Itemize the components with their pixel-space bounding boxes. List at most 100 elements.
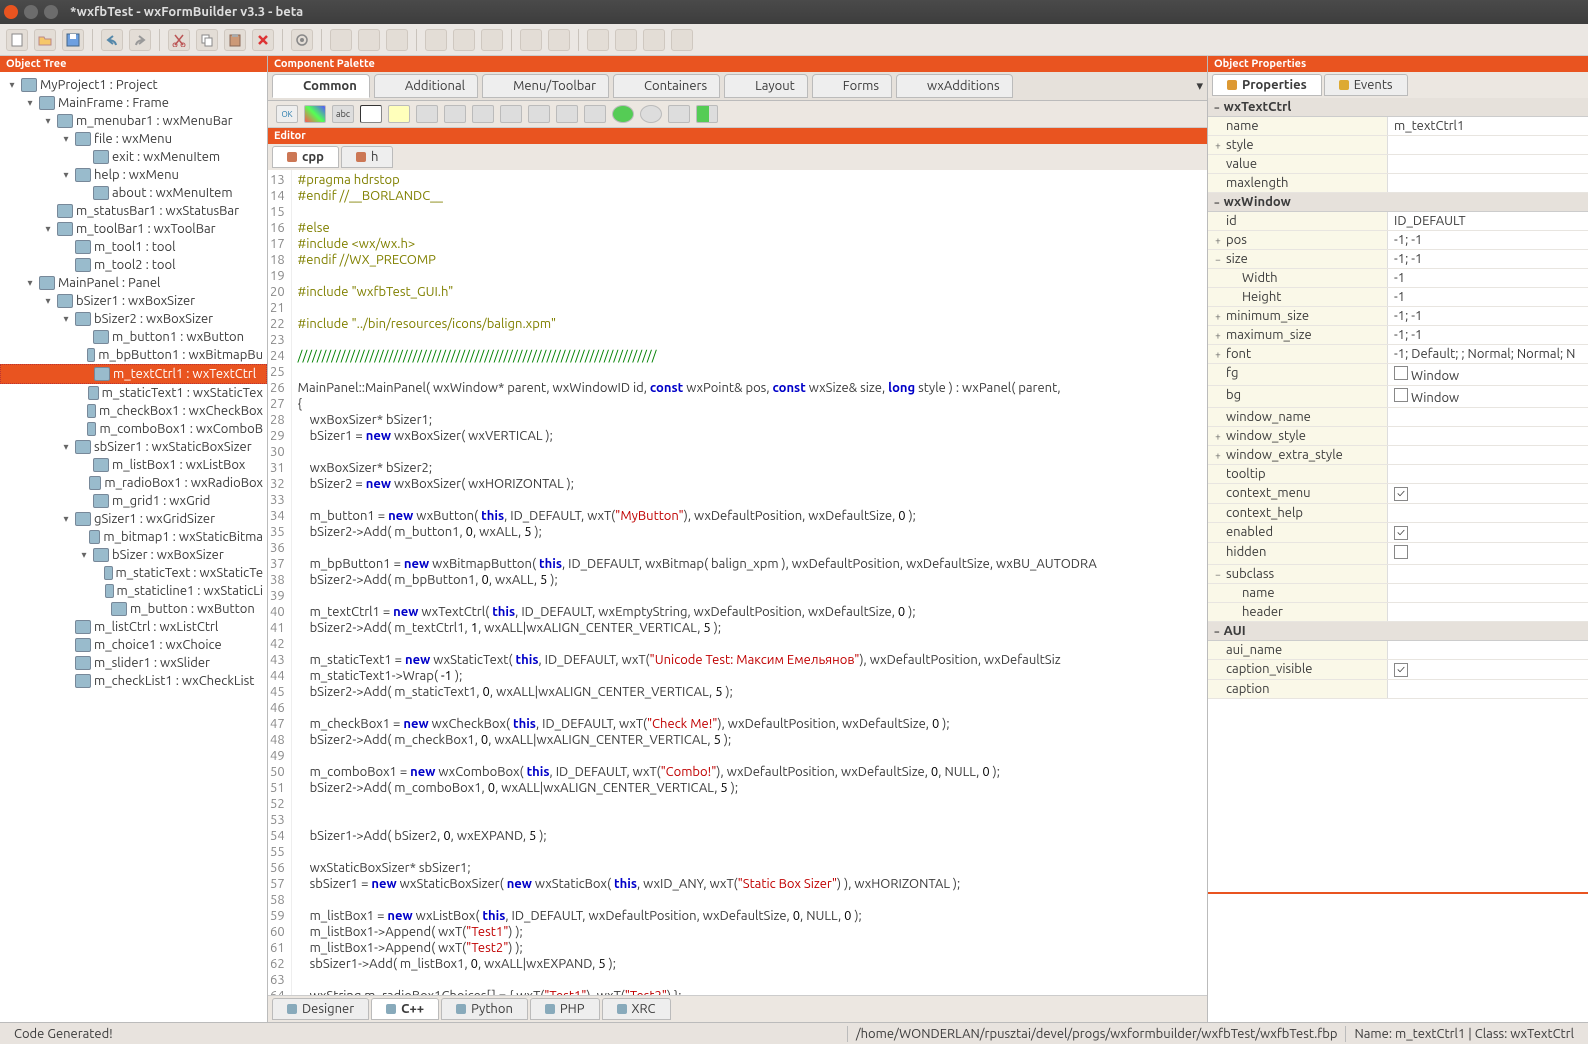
tree-item[interactable]: ▾MainFrame : Frame [0,94,267,112]
align-right-button[interactable] [386,29,408,51]
border-button-2[interactable] [615,29,637,51]
prop-value[interactable]: -1; -1 [1388,231,1588,249]
tree-item[interactable]: about : wxMenuItem [0,184,267,202]
tree-item[interactable]: ▾bSizer : wxBoxSizer [0,546,267,564]
tree-item[interactable]: ▾m_toolBar1 : wxToolBar [0,220,267,238]
prop-value[interactable] [1388,174,1588,192]
open-button[interactable] [34,29,56,51]
tree-item[interactable]: ▾gSizer1 : wxGridSizer [0,510,267,528]
view-tab-php[interactable]: PHP [530,998,600,1020]
collapse-icon[interactable]: − [1214,102,1220,113]
tree-item[interactable]: exit : wxMenuItem [0,148,267,166]
maximize-icon[interactable] [44,5,58,19]
tree-item[interactable]: ▾MainPanel : Panel [0,274,267,292]
layout-button-2[interactable] [453,29,475,51]
prop-row-id[interactable]: idID_DEFAULT [1208,212,1588,231]
palette-radiobutton-button[interactable] [612,105,634,123]
palette-grid-button[interactable] [528,105,550,123]
tree-item[interactable]: ▾MyProject1 : Project [0,76,267,94]
prop-value[interactable]: m_textCtrl1 [1388,117,1588,135]
prop-row-minimum-size[interactable]: +minimum_size-1; -1 [1208,307,1588,326]
prop-row-fg[interactable]: fg Window [1208,364,1588,386]
prop-value[interactable] [1388,543,1588,564]
prop-row-maxlength[interactable]: maxlength [1208,174,1588,193]
stretch-button[interactable] [548,29,570,51]
palette-radiobox-button[interactable] [640,105,662,123]
prop-value[interactable]: ✓ [1388,523,1588,542]
expand-icon[interactable]: − [1212,569,1224,580]
expand-icon[interactable]: ▾ [6,79,18,91]
prop-category[interactable]: −wxWindow [1208,193,1588,212]
copy-button[interactable] [196,29,218,51]
palette-gauge-button[interactable] [696,105,718,123]
tree-item[interactable]: m_tool2 : tool [0,256,267,274]
tree-item[interactable]: ▾file : wxMenu [0,130,267,148]
tree-item[interactable]: m_comboBox1 : wxComboB [0,420,267,438]
prop-category[interactable]: −wxTextCtrl [1208,98,1588,117]
prop-value[interactable]: -1 [1388,288,1588,306]
expand-icon[interactable]: ▾ [24,277,36,289]
palette-tab-layout[interactable]: Layout [724,74,808,98]
expand-icon[interactable]: ▾ [42,295,54,307]
expand-icon[interactable]: + [1212,431,1224,442]
tree-item[interactable]: ▾help : wxMenu [0,166,267,184]
tree-item[interactable]: m_tool1 : tool [0,238,267,256]
checkbox-icon[interactable]: ✓ [1394,663,1408,677]
prop-row-enabled[interactable]: enabled✓ [1208,523,1588,543]
view-tab-designer[interactable]: Designer [272,998,369,1020]
prop-row-size[interactable]: −size-1; -1 [1208,250,1588,269]
prop-value[interactable]: Window [1388,364,1588,385]
prop-value[interactable] [1388,565,1588,583]
prop-row-maximum-size[interactable]: +maximum_size-1; -1 [1208,326,1588,345]
tree-item[interactable]: m_textCtrl1 : wxTextCtrl [0,364,267,384]
prop-row-Height[interactable]: Height-1 [1208,288,1588,307]
prop-value[interactable] [1388,446,1588,464]
tree-item[interactable]: m_staticline1 : wxStaticLi [0,582,267,600]
prop-value[interactable] [1388,427,1588,445]
tree-item[interactable]: ▾m_menubar1 : wxMenuBar [0,112,267,130]
prop-value[interactable]: Window [1388,386,1588,407]
view-tab-xrc[interactable]: XRC [602,998,671,1020]
expand-icon[interactable]: ▾ [60,513,72,525]
prop-row-caption[interactable]: caption [1208,680,1588,699]
expand-icon[interactable]: + [1212,330,1224,341]
save-button[interactable] [62,29,84,51]
prop-value[interactable] [1388,504,1588,522]
prop-row-caption-visible[interactable]: caption_visible✓ [1208,660,1588,680]
palette-tab-menu-toolbar[interactable]: Menu/Toolbar [482,74,609,98]
prop-value[interactable] [1388,408,1588,426]
border-button-3[interactable] [643,29,665,51]
prop-row-aui-name[interactable]: aui_name [1208,641,1588,660]
tree-item[interactable]: m_listCtrl : wxListCtrl [0,618,267,636]
tree-item[interactable]: ▾bSizer1 : wxBoxSizer [0,292,267,310]
palette-dropdown-icon[interactable]: ▾ [1196,79,1203,94]
prop-row-name[interactable]: name [1208,584,1588,603]
align-left-button[interactable] [330,29,352,51]
delete-button[interactable] [252,29,274,51]
generate-button[interactable] [291,29,313,51]
palette-tab-additional[interactable]: Additional [374,74,478,98]
tree-item[interactable]: m_listBox1 : wxListBox [0,456,267,474]
expand-icon[interactable]: ▾ [60,169,72,181]
expand-icon[interactable]: + [1212,235,1224,246]
view-tab-python[interactable]: Python [441,998,528,1020]
tree-item[interactable]: m_bpButton1 : wxBitmapBu [0,346,267,364]
prop-row-hidden[interactable]: hidden [1208,543,1588,565]
palette-listctrl-button[interactable] [472,105,494,123]
layout-button-3[interactable] [481,29,503,51]
file-tab-h[interactable]: h [341,146,393,168]
expand-icon[interactable]: + [1212,140,1224,151]
palette-choice-button[interactable] [500,105,522,123]
prop-value[interactable] [1388,155,1588,173]
file-tab-cpp[interactable]: cpp [272,146,339,168]
prop-value[interactable] [1388,641,1588,659]
prop-row-name[interactable]: namem_textCtrl1 [1208,117,1588,136]
prop-tab-events[interactable]: Events [1324,74,1408,96]
prop-row-pos[interactable]: +pos-1; -1 [1208,231,1588,250]
align-center-button[interactable] [358,29,380,51]
prop-row-bg[interactable]: bg Window [1208,386,1588,408]
prop-value[interactable]: -1; Default; ; Normal; Normal; N [1388,345,1588,363]
palette-listbox-button[interactable] [444,105,466,123]
expand-icon[interactable]: ▾ [60,313,72,325]
tree-item[interactable]: m_checkList1 : wxCheckList [0,672,267,690]
